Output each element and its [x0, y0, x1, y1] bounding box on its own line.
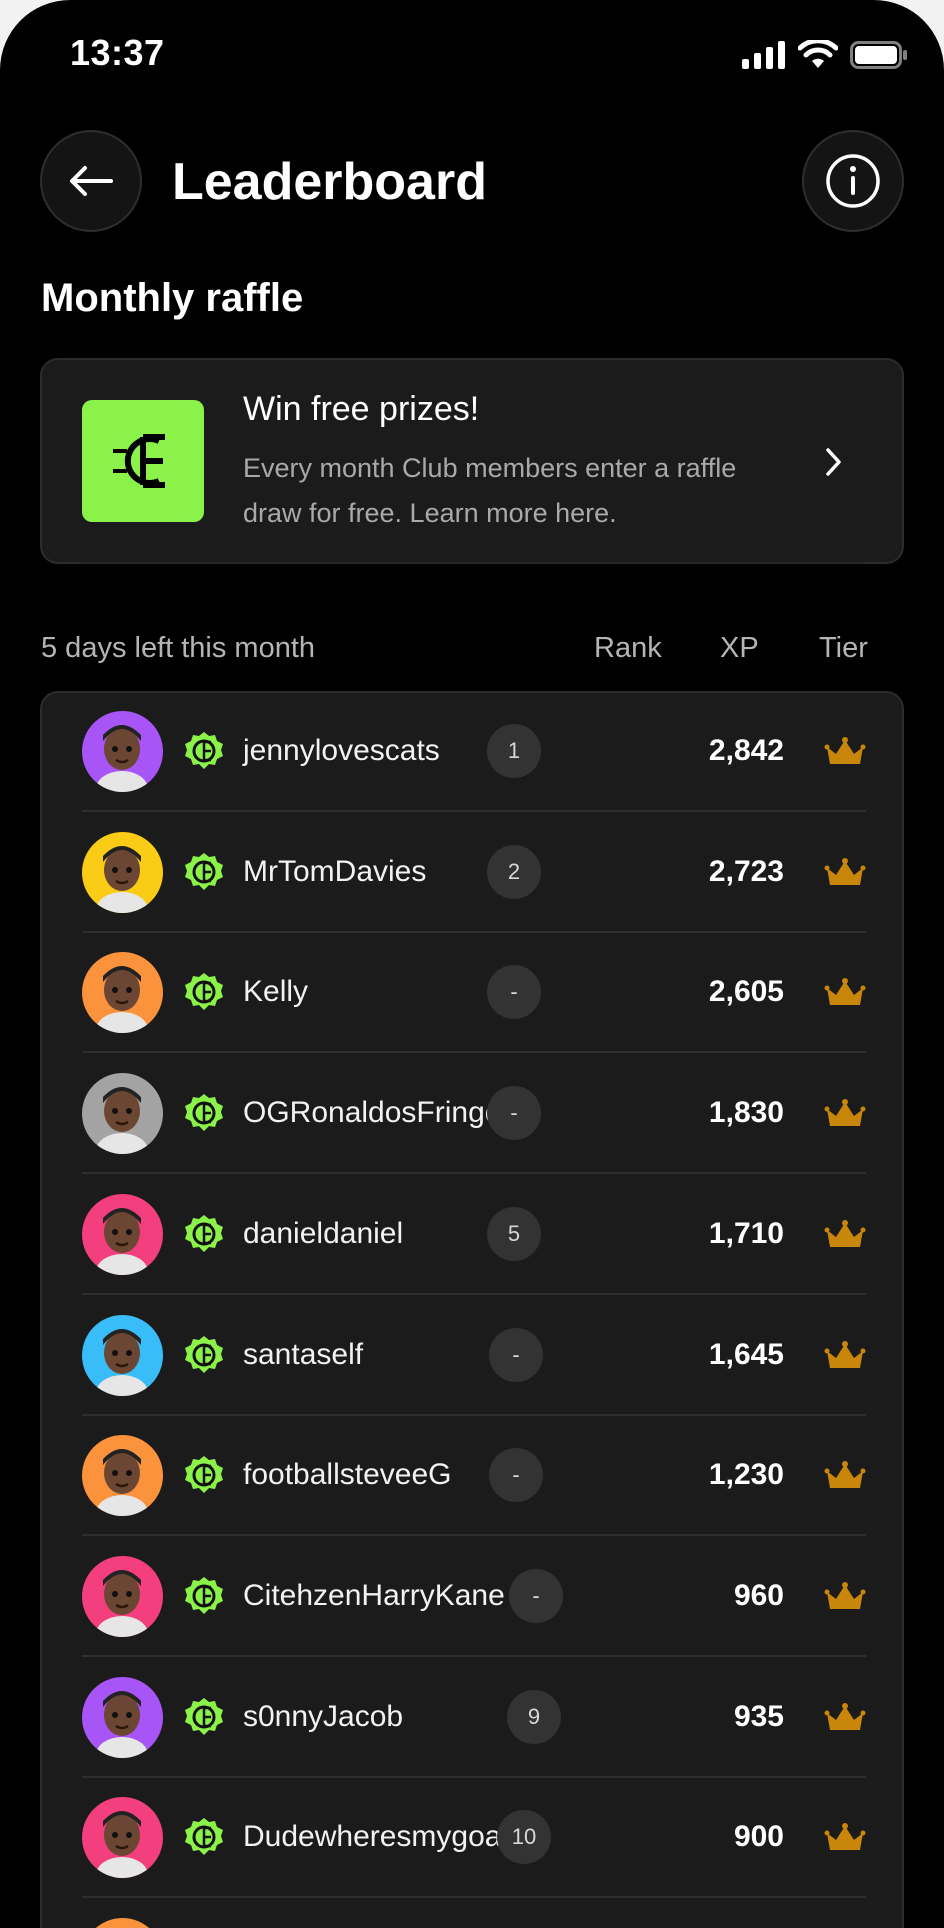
- username: Kelly: [243, 975, 309, 1009]
- crown-icon: [824, 978, 866, 1006]
- rank-badge: 1: [487, 724, 541, 778]
- rank-badge: -: [489, 1448, 543, 1503]
- leaderboard-row[interactable]: Dudewheresmygoalk... 10 900: [42, 1777, 902, 1898]
- xp-value: 2,723: [708, 854, 784, 888]
- username: footballsteveeG: [243, 1458, 452, 1492]
- xp-value: 1,230: [708, 1458, 784, 1492]
- crown-icon: [824, 1219, 866, 1247]
- raffle-promo-card[interactable]: Win free prizes! Every month Club member…: [40, 358, 904, 564]
- avatar: [82, 952, 163, 1034]
- column-header-xp[interactable]: XP: [720, 632, 759, 665]
- xp-value: 1,830: [708, 1096, 784, 1130]
- info-button[interactable]: [802, 130, 904, 232]
- crown-icon: [824, 737, 866, 764]
- page-title: Leaderboard: [172, 153, 487, 211]
- phone-screen: 13:37 Leaderboard Monthly raffle Win fre…: [0, 0, 944, 1928]
- crown-icon: [824, 1099, 866, 1127]
- days-left-label: 5 days left this month: [41, 632, 316, 664]
- info-icon: [826, 154, 880, 208]
- signal-icon: [742, 41, 785, 69]
- username: s0nnyJacob: [243, 1699, 404, 1733]
- rank-badge: 2: [487, 844, 541, 899]
- row-divider: [82, 1896, 866, 1899]
- leaderboard-row[interactable]: danieldaniel 5 1,710: [42, 1174, 902, 1295]
- avatar: [82, 1918, 163, 1928]
- back-button[interactable]: [40, 130, 142, 232]
- avatar: [82, 1314, 163, 1396]
- promo-title: Win free prizes!: [243, 390, 480, 428]
- crown-icon: [824, 1581, 866, 1609]
- leaderboard-row[interactable]: Kelly - 2,605: [42, 932, 902, 1053]
- avatar: [82, 1073, 163, 1155]
- column-header-tier[interactable]: Tier: [819, 632, 868, 665]
- avatar: [82, 711, 163, 792]
- arrow-left-icon: [70, 166, 113, 196]
- avatar: [82, 1193, 163, 1275]
- leaderboard-row[interactable]: footballsteveeG - 1,230: [42, 1415, 902, 1536]
- username: MrTomDavies: [243, 854, 427, 888]
- club-badge-icon: [185, 732, 223, 769]
- crown-icon: [824, 1340, 866, 1368]
- card-stack-edge: [80, 562, 864, 566]
- leaderboard-row[interactable]: CitehzenHarryKane - 960: [42, 1536, 902, 1657]
- club-badge-icon: [185, 1214, 223, 1252]
- avatar: [82, 1555, 163, 1637]
- club-badge-icon: [185, 1335, 223, 1373]
- rank-badge: 10: [497, 1810, 551, 1865]
- rank-badge: 5: [487, 1206, 541, 1261]
- club-badge-icon: [185, 1094, 223, 1132]
- leaderboard-row[interactable]: OGRonaldosFringe - 1,830: [42, 1053, 902, 1174]
- crown-icon: [824, 857, 866, 885]
- username: OGRonaldosFringe: [243, 1096, 502, 1130]
- chevron-right-icon: [826, 448, 841, 476]
- club-logo-icon: [82, 400, 204, 522]
- avatar: [82, 1676, 163, 1758]
- xp-value: 1,710: [708, 1216, 784, 1250]
- leaderboard-row[interactable]: jennylovescats 1 2,842: [42, 693, 902, 812]
- avatar: [82, 1435, 163, 1517]
- leaderboard-row[interactable]: s0nnyJacob 9 935: [42, 1657, 902, 1778]
- rank-badge: -: [509, 1568, 563, 1623]
- club-badge-icon: [185, 973, 223, 1011]
- xp-value: 2,605: [708, 975, 784, 1009]
- club-badge-icon: [185, 1697, 223, 1735]
- xp-value: 935: [733, 1699, 784, 1733]
- avatar: [82, 831, 163, 913]
- status-time: 13:37: [70, 32, 165, 73]
- status-icons: [742, 40, 908, 70]
- xp-value: 2,842: [708, 734, 784, 767]
- crown-icon: [824, 1461, 866, 1489]
- battery-icon: [850, 41, 907, 69]
- crown-icon: [824, 1823, 866, 1851]
- wifi-icon: [798, 40, 838, 68]
- club-badge-icon: [185, 1576, 223, 1614]
- column-header-rank[interactable]: Rank: [594, 632, 662, 665]
- username: jennylovescats: [243, 734, 440, 767]
- rank-badge: -: [487, 1086, 541, 1141]
- section-title: Monthly raffle: [41, 276, 304, 320]
- xp-value: 1,645: [708, 1337, 784, 1371]
- crown-icon: [824, 1702, 866, 1730]
- avatar: [82, 1797, 163, 1879]
- rank-badge: -: [487, 965, 541, 1020]
- leaderboard-list: jennylovescats 1 2,842 MrTomDavies 2 2,723 Kel…: [40, 691, 904, 1928]
- club-badge-icon: [185, 1456, 223, 1494]
- leaderboard-row[interactable]: MrTomDavies 2 2,723: [42, 812, 902, 933]
- club-badge-icon: [185, 1818, 223, 1856]
- username: santaself: [243, 1337, 364, 1371]
- rank-badge: -: [489, 1327, 543, 1382]
- rank-badge: 9: [507, 1689, 561, 1744]
- club-badge-icon: [185, 852, 223, 890]
- username: danieldaniel: [243, 1216, 404, 1250]
- status-bar: 13:37: [0, 0, 944, 110]
- leaderboard-row[interactable]: santaself - 1,645: [42, 1295, 902, 1416]
- username: CitehzenHarryKane: [243, 1578, 505, 1612]
- xp-value: 900: [733, 1820, 784, 1854]
- xp-value: 960: [733, 1578, 784, 1612]
- promo-description: Every month Club members enter a raffle …: [243, 453, 737, 528]
